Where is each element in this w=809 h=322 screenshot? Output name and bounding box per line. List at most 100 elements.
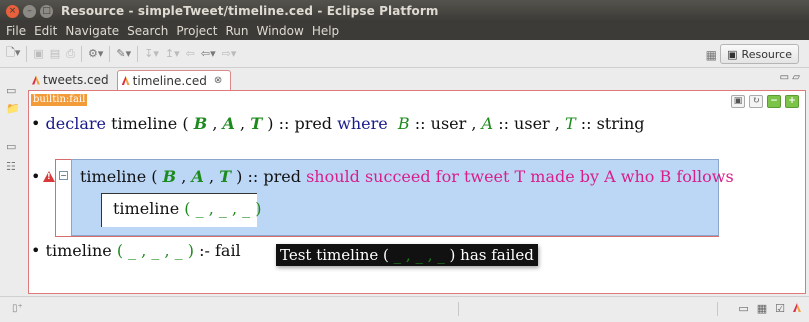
error-icon[interactable]: ! (43, 171, 55, 182)
tab-label: tweets.ced (43, 73, 109, 87)
var-a: A (481, 114, 494, 133)
test-failed-tooltip: Test timeline ( _ , _ , _ ) has failed (276, 244, 538, 266)
type-annotation: :: string (580, 114, 645, 133)
save-icon[interactable]: ▣ (33, 47, 43, 60)
error-glyph: ! (47, 172, 51, 181)
declare-line: • declare timeline ( B , A , T ) :: pred… (31, 114, 645, 133)
where-keyword: where (337, 114, 388, 133)
maximize-window-icon[interactable]: □ (40, 4, 53, 18)
menu-bar: File Edit Navigate Search Project Run Wi… (0, 22, 809, 40)
code-editor[interactable]: builtin:fail ▣ ↻ − + • declare timeline … (28, 90, 806, 294)
minimize-maximize-icon[interactable]: ▭ ▱ (780, 72, 800, 83)
status-separator (458, 302, 459, 316)
build-icon[interactable]: ✎▾ (116, 47, 131, 60)
restore-icon[interactable]: ▭ (6, 140, 16, 153)
refresh-icon[interactable]: ↻ (749, 95, 763, 108)
restore-icon[interactable]: ▭ (6, 84, 16, 97)
var-t: T (250, 114, 263, 133)
test-header: timeline ( B , A , T ) :: pred should su… (80, 167, 734, 186)
run-icon[interactable]: ⚙▾ (88, 47, 103, 60)
comma: , (181, 167, 187, 186)
ced-file-icon (122, 75, 130, 86)
tab-timeline-ced[interactable]: timeline.ced ⊗ (116, 70, 232, 90)
call-args: ( _ , _ , _ ) (184, 199, 262, 218)
pred-type: :: pred (278, 114, 333, 133)
bullet: • (31, 167, 41, 186)
var-t: T (564, 114, 576, 133)
tab-tweets-ced[interactable]: tweets.ced (28, 70, 117, 90)
var-b: B (162, 167, 177, 186)
outline-icon[interactable]: ☷ (6, 160, 16, 173)
toolbar-separator (81, 45, 82, 62)
print-icon[interactable]: ⎙ (66, 47, 75, 61)
predicate-name: timeline (80, 167, 147, 186)
editor-tabs: tweets.ced timeline.ced ⊗ (28, 68, 806, 90)
fast-view-icon[interactable]: ▯⁺ (12, 303, 23, 314)
close-tab-icon[interactable]: ⊗ (214, 75, 222, 86)
bullet: • (31, 114, 41, 133)
editor-tools: ▣ ↻ − + (731, 95, 799, 108)
rule-line: • timeline ( _ , _ , _ ) :- fail (31, 241, 241, 260)
rule-body: :- fail (199, 241, 241, 260)
title-bar: × – □ Resource - simpleTweet/timeline.ce… (0, 0, 809, 22)
pred-type: :: pred (247, 167, 301, 186)
var-a: A (191, 167, 204, 186)
comma: , (240, 114, 246, 133)
type-annotation: :: user , (498, 114, 560, 133)
rule-args: ( _ , _ , _ ) (116, 241, 194, 260)
minimize-window-icon[interactable]: – (23, 4, 36, 18)
test-description: should succeed for tweet T made by A who… (306, 167, 734, 186)
comma: , (212, 114, 218, 133)
next-annotation-icon[interactable]: ↧▾ (144, 47, 159, 60)
restore-icon[interactable]: ▭ (738, 302, 748, 315)
menu-search[interactable]: Search (127, 24, 168, 38)
window-title: Resource - simpleTweet/timeline.ced - Ec… (61, 4, 439, 18)
paren-open: ( (182, 114, 189, 133)
tab-label: timeline.ced (132, 73, 207, 88)
save-all-icon[interactable]: ▤ (50, 47, 60, 60)
resource-perspective-button[interactable]: ▣ Resource (720, 44, 799, 64)
tasks-icon[interactable]: ☑ (775, 302, 785, 315)
menu-navigate[interactable]: Navigate (65, 24, 119, 38)
toolbar-separator (137, 45, 139, 62)
toolbar-separator (109, 45, 111, 62)
expand-icon[interactable]: + (785, 95, 799, 108)
var-b: B (193, 114, 208, 133)
new-file-icon[interactable]: 🗋▾ (6, 44, 20, 63)
last-edit-icon[interactable]: ⇦ (186, 47, 195, 60)
previous-annotation-icon[interactable]: ↥▾ (165, 47, 180, 60)
tooltip-suffix: ) has failed (449, 246, 534, 264)
ced-file-icon (32, 75, 40, 86)
declare-keyword: declare (45, 114, 106, 133)
comma: , (208, 167, 215, 186)
status-separator (717, 302, 718, 316)
close-window-icon[interactable]: × (6, 4, 19, 18)
menu-edit[interactable]: Edit (34, 24, 57, 38)
var-a: A (222, 114, 235, 133)
collapse-icon[interactable]: − (767, 95, 781, 108)
menu-help[interactable]: Help (312, 24, 339, 38)
back-icon[interactable]: ⇦▾ (201, 47, 216, 60)
paren-close: ) (267, 114, 274, 133)
ced-perspective-icon[interactable] (793, 302, 801, 313)
var-b: B (397, 114, 410, 133)
menu-project[interactable]: Project (176, 24, 217, 38)
open-perspective-icon[interactable]: ▦ (706, 48, 717, 62)
menu-file[interactable]: File (6, 24, 26, 38)
menu-window[interactable]: Window (256, 24, 303, 38)
calendar-icon[interactable]: ▦ (757, 302, 767, 315)
layout-icon[interactable]: ▣ (731, 95, 745, 108)
tooltip-prefix: Test timeline ( (280, 246, 389, 264)
type-annotation: :: user , (414, 114, 477, 133)
test-call: timeline ( _ , _ , _ ) (113, 199, 261, 218)
resource-perspective-icon: ▣ (727, 47, 738, 61)
menu-run[interactable]: Run (225, 24, 248, 38)
builtin-status-label: builtin:fail (31, 94, 88, 106)
forward-icon[interactable]: ⇨▾ (222, 47, 237, 60)
project-explorer-icon[interactable]: 📁 (6, 102, 20, 115)
predicate-name: timeline (111, 114, 178, 133)
paren-close: ) (236, 167, 243, 186)
editor-area: tweets.ced timeline.ced ⊗ ▭ ▱ builtin:fa… (28, 68, 806, 294)
toolbar-separator (26, 45, 28, 62)
bullet: • (31, 241, 41, 260)
